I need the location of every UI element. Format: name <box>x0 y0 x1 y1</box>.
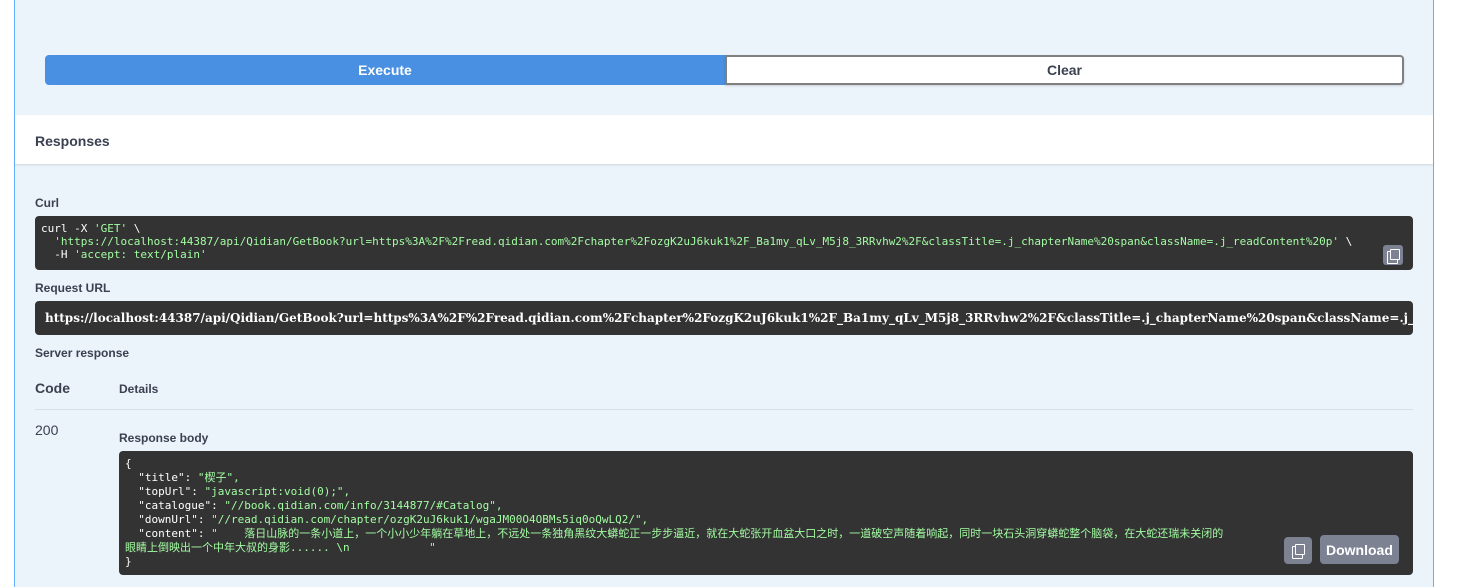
response-table-header: Code Details <box>35 378 1413 410</box>
copy-to-clipboard-icon <box>1292 544 1305 559</box>
curl-line-1: curl -X 'GET' \ <box>41 222 141 235</box>
json-field-title: "title": "楔子", <box>125 471 240 484</box>
curl-command-box[interactable]: curl -X 'GET' \ 'https://localhost:44387… <box>35 216 1413 270</box>
json-open-brace: { <box>125 457 132 470</box>
json-field-content-continued: 眼睛上倒映出一个中年大叔的身影...... \n " <box>125 541 436 554</box>
json-field-downurl: "downUrl": "//read.qidian.com/chapter/oz… <box>125 513 649 526</box>
curl-line-2: 'https://localhost:44387/api/Qidian/GetB… <box>41 235 1353 248</box>
execute-button[interactable]: Execute <box>45 55 725 85</box>
responses-header: Responses <box>15 115 1433 165</box>
copy-to-clipboard-icon <box>1387 248 1400 264</box>
json-field-catalogue: "catalogue": "//book.qidian.com/info/314… <box>125 499 503 512</box>
server-response-label: Server response <box>35 346 130 360</box>
json-field-content: "content": " 落日山脉的一条小道上，一个小小少年躺在草地上，不远处一… <box>125 527 1224 540</box>
responses-title: Responses <box>35 133 110 149</box>
execute-wrapper: Execute Clear <box>45 55 1404 85</box>
request-url-label: Request URL <box>35 281 111 295</box>
curl-line-3: -H 'accept: text/plain' <box>41 248 207 261</box>
curl-label: Curl <box>35 196 59 210</box>
request-url-value[interactable]: https://localhost:44387/api/Qidian/GetBo… <box>35 301 1413 335</box>
operation-block: Execute Clear Responses Curl curl -X 'GE… <box>14 0 1434 587</box>
response-body-label: Response body <box>119 431 209 445</box>
download-button[interactable]: Download <box>1320 535 1399 564</box>
json-close-brace: } <box>125 555 132 568</box>
status-code: 200 <box>35 422 59 438</box>
response-body-box[interactable]: { "title": "楔子", "topUrl": "javascript:v… <box>119 451 1413 575</box>
clear-button[interactable]: Clear <box>725 55 1404 85</box>
json-field-topurl: "topUrl": "javascript:void(0);", <box>125 485 351 498</box>
copy-curl-button[interactable] <box>1383 245 1403 265</box>
copy-response-button[interactable] <box>1284 537 1312 564</box>
column-details: Details <box>119 382 159 396</box>
column-code: Code <box>35 380 70 396</box>
